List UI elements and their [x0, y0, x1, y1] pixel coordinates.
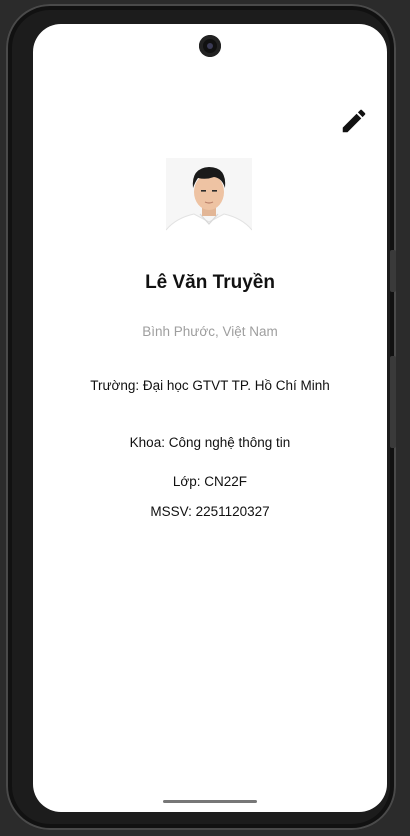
avatar-photo: [166, 158, 252, 244]
profile-school: Trường: Đại học GTVT TP. Hồ Chí Minh: [90, 378, 330, 393]
app-screen: Lê Văn Truyền Bình Phước, Việt Nam Trườn…: [33, 24, 387, 812]
power-button: [390, 250, 396, 292]
profile-class: Lớp: CN22F: [172, 474, 248, 489]
pencil-edit-icon: [342, 109, 366, 133]
front-camera: [199, 35, 221, 57]
edit-profile-button[interactable]: [339, 106, 369, 136]
profile-student-id: MSSV: 2251120327: [150, 504, 270, 519]
volume-button: [390, 356, 396, 448]
profile-faculty: Khoa: Công nghệ thông tin: [129, 435, 291, 450]
phone-frame: Lê Văn Truyền Bình Phước, Việt Nam Trườn…: [6, 4, 396, 830]
profile-location: Bình Phước, Việt Nam: [142, 324, 278, 339]
avatar: [166, 158, 252, 244]
profile-name: Lê Văn Truyền: [145, 272, 275, 293]
home-indicator[interactable]: [163, 800, 257, 803]
